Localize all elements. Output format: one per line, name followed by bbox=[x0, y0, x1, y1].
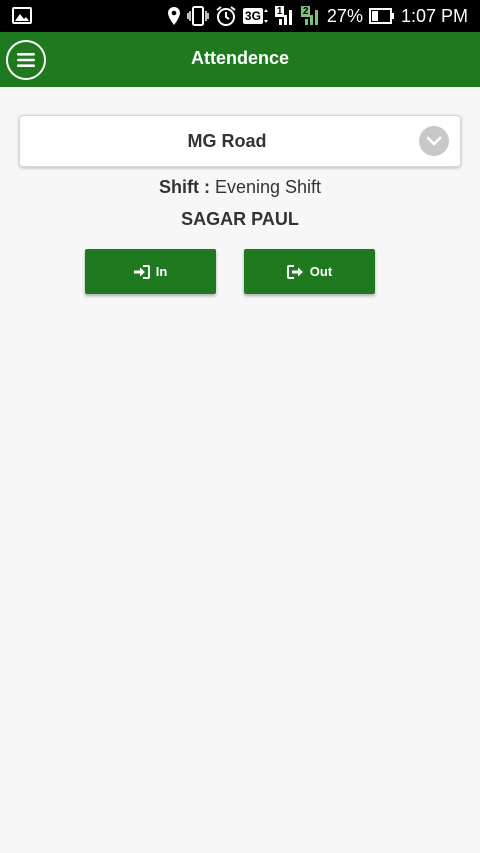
battery-icon bbox=[368, 8, 395, 24]
gallery-notification-icon bbox=[12, 7, 32, 29]
clock: 1:07 PM bbox=[400, 5, 468, 26]
sim1-signal-icon: 1 bbox=[274, 6, 295, 26]
status-bar: 3G 1 2 27% 1:07 PM bbox=[0, 0, 480, 32]
check-out-label: Out bbox=[309, 264, 333, 279]
location-selected-value: MG Road bbox=[187, 131, 267, 151]
menu-button[interactable] bbox=[6, 40, 46, 80]
hamburger-icon bbox=[17, 53, 35, 67]
network-type-icon: 3G bbox=[242, 8, 269, 24]
shift-value: Evening Shift bbox=[214, 177, 322, 197]
employee-name: SAGAR PAUL bbox=[181, 209, 299, 229]
sign-out-icon bbox=[286, 264, 303, 279]
sign-in-icon bbox=[133, 264, 150, 279]
shift-info: Shift : Evening Shift bbox=[0, 177, 480, 198]
page-title: Attendence bbox=[190, 48, 289, 68]
vibrate-icon bbox=[187, 6, 209, 26]
chevron-down-icon bbox=[419, 126, 449, 156]
sim2-signal-icon: 2 bbox=[300, 6, 321, 26]
app-bar: Attendence bbox=[0, 32, 480, 87]
shift-label: Shift : bbox=[158, 177, 210, 197]
location-icon bbox=[167, 7, 181, 25]
location-dropdown[interactable]: MG Road bbox=[19, 115, 461, 167]
check-in-label: In bbox=[155, 264, 168, 279]
check-in-button[interactable]: In bbox=[85, 249, 216, 294]
alarm-icon bbox=[215, 5, 237, 27]
check-out-button[interactable]: Out bbox=[244, 249, 375, 294]
battery-percent: 27% bbox=[326, 5, 363, 26]
